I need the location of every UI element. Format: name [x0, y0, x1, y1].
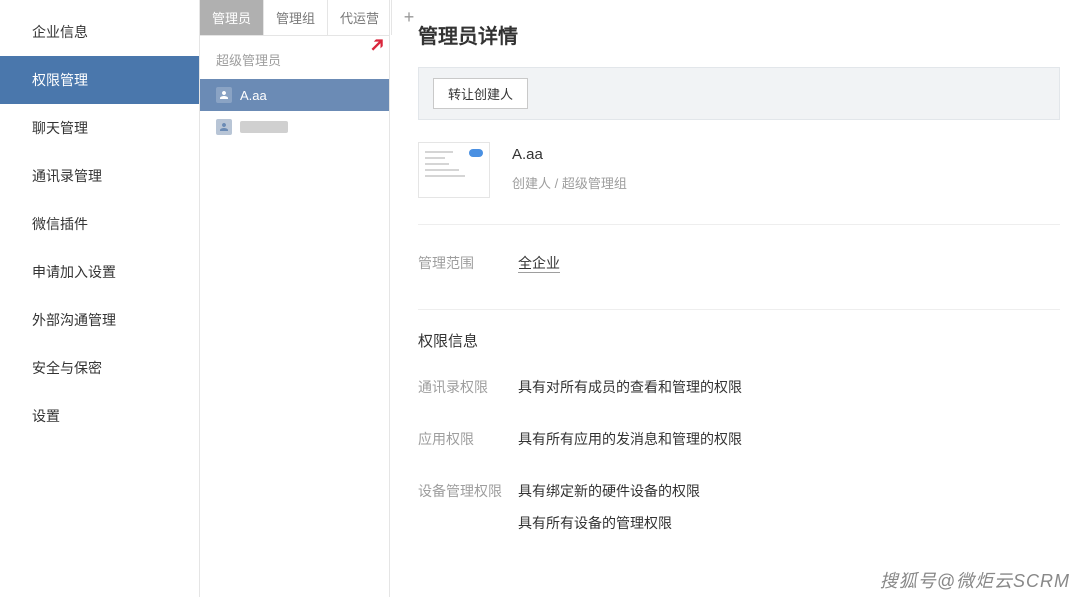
- tab-agent[interactable]: 代运营: [328, 0, 392, 35]
- user-icon: [216, 87, 232, 103]
- perm-value: 具有绑定新的硬件设备的权限 具有所有设备的管理权限: [518, 481, 700, 533]
- sidebar-item-external-comm[interactable]: 外部沟通管理: [0, 296, 199, 344]
- perm-label: 设备管理权限: [418, 481, 518, 533]
- user-icon: [216, 119, 232, 135]
- profile-info: A.aa 创建人 / 超级管理组: [512, 142, 627, 192]
- perm-label: 通讯录权限: [418, 377, 518, 397]
- scope-value[interactable]: 全企业: [518, 253, 560, 273]
- page-title: 管理员详情: [418, 20, 1060, 49]
- sidebar-item-contacts[interactable]: 通讯录管理: [0, 152, 199, 200]
- perm-label: 应用权限: [418, 429, 518, 449]
- sidebar-item-security[interactable]: 安全与保密: [0, 344, 199, 392]
- sidebar-item-wechat-plugin[interactable]: 微信插件: [0, 200, 199, 248]
- perm-value: 具有所有应用的发消息和管理的权限: [518, 429, 742, 449]
- tabs-bar: 管理员 管理组 代运营 + ➔: [200, 0, 389, 36]
- profile-name: A.aa: [512, 146, 627, 163]
- left-sidebar: 企业信息 权限管理 聊天管理 通讯录管理 微信插件 申请加入设置 外部沟通管理 …: [0, 0, 200, 597]
- sidebar-item-permission[interactable]: 权限管理: [0, 56, 199, 104]
- admin-item[interactable]: [200, 111, 389, 143]
- tab-admin-group[interactable]: 管理组: [264, 0, 328, 35]
- scope-row: 管理范围 全企业: [418, 245, 1060, 281]
- tab-add-button[interactable]: +: [392, 0, 426, 35]
- sidebar-item-settings[interactable]: 设置: [0, 392, 199, 440]
- admin-item-name: A.aa: [240, 88, 267, 103]
- admin-column: 管理员 管理组 代运营 + ➔ 超级管理员 A.aa: [200, 0, 390, 597]
- sidebar-item-company-info[interactable]: 企业信息: [0, 8, 199, 56]
- profile-thumbnail: [418, 142, 490, 198]
- main-content: 管理员详情 转让创建人 A.aa 创建人 / 超级管理组 管理范围 全企业 权限…: [390, 0, 1088, 597]
- admin-item[interactable]: A.aa: [200, 79, 389, 111]
- admin-item-name-redacted: [240, 121, 288, 133]
- sidebar-item-chat[interactable]: 聊天管理: [0, 104, 199, 152]
- perm-row-device: 设备管理权限 具有绑定新的硬件设备的权限 具有所有设备的管理权限: [418, 473, 1060, 541]
- perm-section-title: 权限信息: [418, 330, 1060, 351]
- admin-section-label: 超级管理员: [200, 36, 389, 79]
- perm-row-contacts: 通讯录权限 具有对所有成员的查看和管理的权限: [418, 369, 1060, 405]
- transfer-creator-button[interactable]: 转让创建人: [433, 78, 528, 109]
- action-bar: 转让创建人: [418, 67, 1060, 120]
- profile-meta: 创建人 / 超级管理组: [512, 173, 627, 192]
- tab-admin[interactable]: 管理员: [200, 0, 264, 35]
- divider: [418, 309, 1060, 310]
- perm-value: 具有对所有成员的查看和管理的权限: [518, 377, 742, 397]
- perm-row-app: 应用权限 具有所有应用的发消息和管理的权限: [418, 421, 1060, 457]
- admin-list: A.aa: [200, 79, 389, 143]
- profile-block: A.aa 创建人 / 超级管理组: [418, 142, 1060, 225]
- scope-label: 管理范围: [418, 253, 518, 273]
- sidebar-item-join-request[interactable]: 申请加入设置: [0, 248, 199, 296]
